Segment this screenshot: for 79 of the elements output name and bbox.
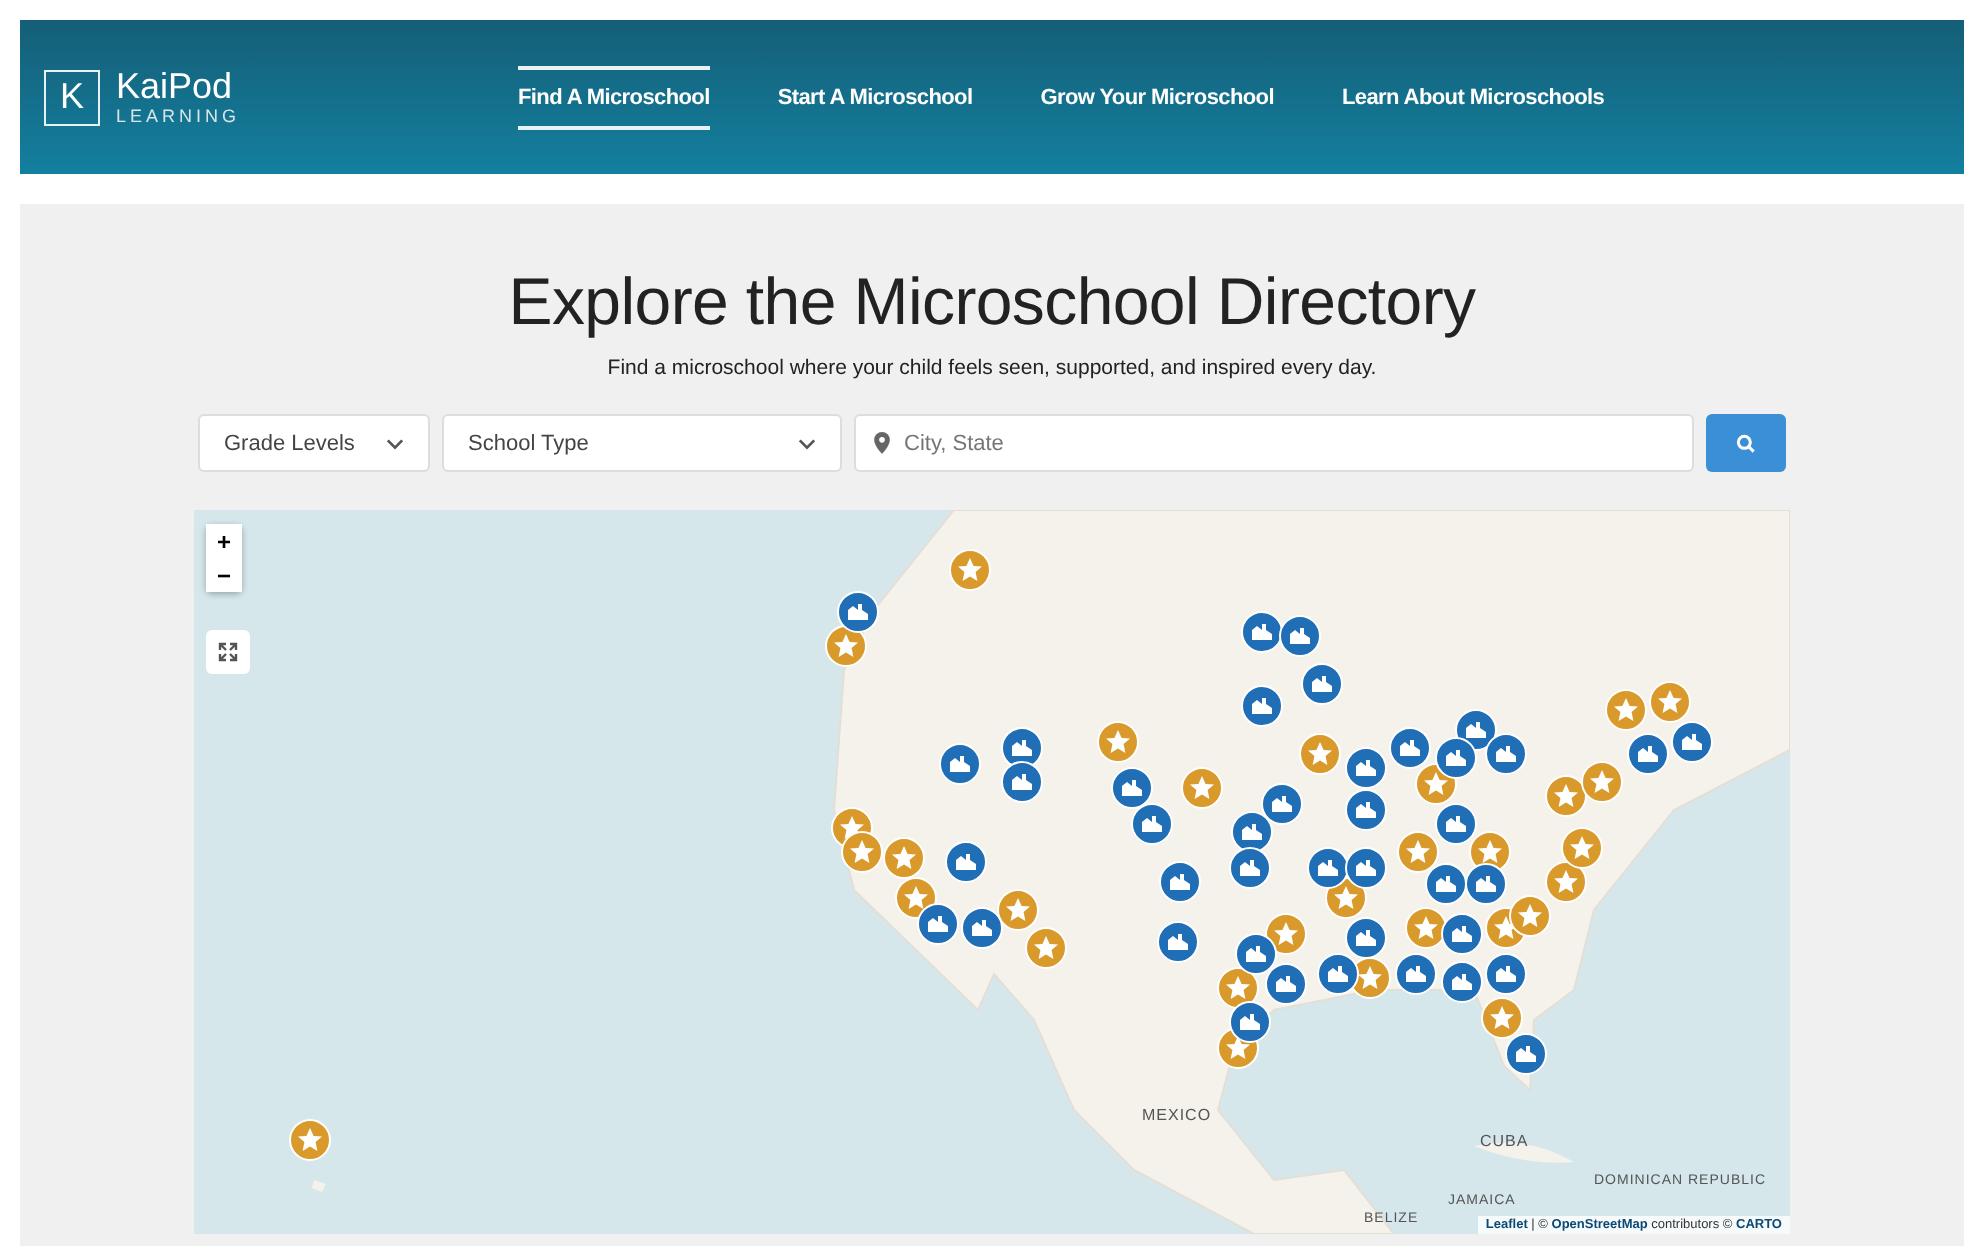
grade-dropdown[interactable]: Grade Levels bbox=[198, 414, 430, 472]
star-marker-icon[interactable] bbox=[1299, 733, 1341, 775]
chevron-icon bbox=[386, 437, 404, 449]
school-marker-icon[interactable] bbox=[917, 903, 959, 945]
school-marker-icon[interactable] bbox=[837, 591, 879, 633]
school-marker-icon[interactable] bbox=[1307, 847, 1349, 889]
star-marker-icon[interactable] bbox=[289, 1119, 331, 1161]
map-label: MEXICO bbox=[1142, 1108, 1212, 1124]
school-marker-icon[interactable] bbox=[1229, 1001, 1271, 1043]
school-marker-icon[interactable] bbox=[1159, 861, 1201, 903]
school-marker-icon[interactable] bbox=[1241, 611, 1283, 653]
school-marker-icon[interactable] bbox=[1131, 803, 1173, 845]
nav-link[interactable]: Learn About Microschools bbox=[1342, 65, 1605, 129]
school-marker-icon[interactable] bbox=[1395, 953, 1437, 995]
star-marker-icon[interactable] bbox=[1025, 927, 1067, 969]
school-marker-icon[interactable] bbox=[1241, 685, 1283, 727]
school-marker-icon[interactable] bbox=[1345, 847, 1387, 889]
school-marker-icon[interactable] bbox=[1001, 761, 1043, 803]
star-marker-icon[interactable] bbox=[949, 549, 991, 591]
star-marker-icon[interactable] bbox=[1509, 895, 1551, 937]
school-marker-icon[interactable] bbox=[1435, 803, 1477, 845]
zoom-in-button[interactable]: + bbox=[206, 524, 242, 558]
school-marker-icon[interactable] bbox=[1235, 933, 1277, 975]
school-marker-icon[interactable] bbox=[1345, 747, 1387, 789]
map-label: CUBA bbox=[1480, 1134, 1529, 1150]
star-marker-icon[interactable] bbox=[1405, 907, 1447, 949]
star-marker-icon[interactable] bbox=[1649, 681, 1691, 723]
school-marker-icon[interactable] bbox=[1425, 863, 1467, 905]
star-marker-icon[interactable] bbox=[1581, 761, 1623, 803]
star-marker-icon[interactable] bbox=[1545, 775, 1587, 817]
star-marker-icon[interactable] bbox=[1605, 689, 1647, 731]
school-marker-icon[interactable] bbox=[1485, 953, 1527, 995]
logo-mark: K bbox=[44, 69, 100, 125]
search-button[interactable] bbox=[1706, 414, 1786, 472]
chevron-icon bbox=[798, 437, 816, 449]
zoom-out-button[interactable]: − bbox=[206, 558, 242, 592]
star-marker-icon[interactable] bbox=[1181, 767, 1223, 809]
school-marker-icon[interactable] bbox=[1345, 917, 1387, 959]
school-marker-icon[interactable] bbox=[939, 743, 981, 785]
fullscreen-button[interactable] bbox=[206, 630, 250, 674]
page-subtitle: Find a microschool where your child feels seen, supported, and inspired every day. bbox=[607, 356, 1377, 380]
school-type-dropdown[interactable]: School Type bbox=[442, 414, 842, 472]
star-marker-icon[interactable] bbox=[1561, 827, 1603, 869]
school-marker-icon[interactable] bbox=[1505, 1033, 1547, 1075]
page-title: Explore the Microschool Directory bbox=[508, 264, 1476, 340]
location-pin-icon bbox=[874, 432, 890, 454]
school-marker-icon[interactable] bbox=[1317, 953, 1359, 995]
search-icon bbox=[1736, 433, 1756, 453]
school-marker-icon[interactable] bbox=[1671, 721, 1713, 763]
star-marker-icon[interactable] bbox=[841, 831, 883, 873]
school-marker-icon[interactable] bbox=[1157, 921, 1199, 963]
location-field[interactable]: City, State bbox=[854, 414, 1694, 472]
fullscreen-icon bbox=[218, 642, 238, 662]
school-marker-icon[interactable] bbox=[945, 841, 987, 883]
school-marker-icon[interactable] bbox=[1301, 663, 1343, 705]
school-marker-icon[interactable] bbox=[1435, 737, 1477, 779]
star-marker-icon[interactable] bbox=[1097, 721, 1139, 763]
nav-link[interactable]: Grow Your Microschool bbox=[1040, 65, 1274, 129]
star-marker-icon[interactable] bbox=[997, 889, 1039, 931]
nav-link[interactable]: Start A Microschool bbox=[777, 65, 973, 129]
star-marker-icon[interactable] bbox=[1481, 997, 1523, 1039]
school-marker-icon[interactable] bbox=[1265, 963, 1307, 1005]
logo-subtitle: LEARNING bbox=[116, 108, 241, 126]
school-marker-icon[interactable] bbox=[1345, 789, 1387, 831]
school-marker-icon[interactable] bbox=[1389, 727, 1431, 769]
school-marker-icon[interactable] bbox=[1441, 961, 1483, 1003]
school-marker-icon[interactable] bbox=[1485, 733, 1527, 775]
nav-link[interactable]: Find A Microschool bbox=[518, 65, 710, 129]
school-marker-icon[interactable] bbox=[1465, 863, 1507, 905]
school-marker-icon[interactable] bbox=[1627, 733, 1669, 775]
school-marker-icon[interactable] bbox=[961, 907, 1003, 949]
star-marker-icon[interactable] bbox=[1397, 831, 1439, 873]
star-marker-icon[interactable] bbox=[883, 837, 925, 879]
school-marker-icon[interactable] bbox=[1441, 913, 1483, 955]
school-marker-icon[interactable] bbox=[1111, 767, 1153, 809]
school-marker-icon[interactable] bbox=[1279, 615, 1321, 657]
school-marker-icon[interactable] bbox=[1261, 783, 1303, 825]
logo-name: KaiPod bbox=[116, 68, 235, 104]
school-marker-icon[interactable] bbox=[1229, 847, 1271, 889]
